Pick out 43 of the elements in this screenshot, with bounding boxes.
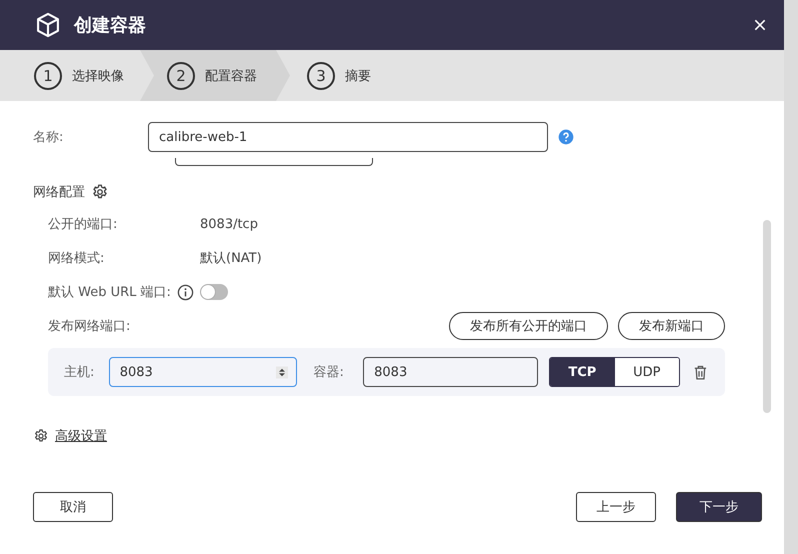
- toggle-switch[interactable]: [200, 284, 228, 300]
- field-label: 默认 Web URL 端口:: [48, 284, 171, 301]
- trash-icon: [692, 364, 709, 380]
- step-label: 选择映像: [72, 68, 124, 84]
- next-button[interactable]: 下一步: [676, 492, 762, 522]
- protocol-toggle[interactable]: UDP: [614, 358, 680, 386]
- close-button[interactable]: [752, 17, 768, 33]
- host-port-field[interactable]: 8083: [108, 357, 298, 387]
- info-icon: [176, 284, 194, 300]
- step-number: 1: [34, 62, 62, 90]
- cube-icon: [34, 11, 62, 39]
- settings-icon: [91, 183, 109, 201]
- field-label: 名称:: [33, 129, 64, 146]
- name-field[interactable]: calibre-web-1: [148, 122, 548, 152]
- container-port-field[interactable]: 8083: [363, 357, 538, 387]
- step-number: 3: [307, 62, 335, 90]
- scrollbar[interactable]: [763, 220, 771, 413]
- spinner-arrows-icon: [276, 366, 288, 378]
- field-value: 默认(NAT): [200, 250, 262, 267]
- settings-icon: [33, 428, 49, 444]
- publish-button[interactable]: 发布新端口: [618, 312, 725, 340]
- protocol-toggle[interactable]: TCP: [550, 358, 615, 386]
- back-button[interactable]: 上一步: [576, 492, 656, 522]
- advanced-settings-link[interactable]: 高级设置: [55, 427, 107, 445]
- section-title: 网络配置: [33, 184, 85, 201]
- input-field[interactable]: [175, 158, 373, 166]
- step-tab[interactable]: 3 摘要: [290, 50, 371, 101]
- step-tab[interactable]: 2 配置容器: [140, 50, 290, 101]
- step-number: 2: [167, 62, 195, 90]
- field-label: 网络模式:: [48, 250, 104, 267]
- publish-button[interactable]: 发布所有公开的端口: [449, 312, 608, 340]
- field-value: 8083/tcp: [200, 216, 258, 232]
- field-label: 发布网络端口:: [48, 318, 132, 335]
- step-tab[interactable]: 1 选择映像: [0, 50, 140, 101]
- close-icon: [752, 17, 768, 33]
- window-title: 创建容器: [74, 14, 146, 37]
- step-label: 摘要: [345, 68, 371, 84]
- help-icon: [558, 129, 574, 145]
- step-label: 配置容器: [205, 68, 257, 84]
- field-label: 容器:: [313, 364, 345, 381]
- cancel-button[interactable]: 取消: [33, 492, 113, 522]
- field-label: 公开的端口:: [48, 216, 118, 233]
- field-label: 主机:: [64, 364, 96, 381]
